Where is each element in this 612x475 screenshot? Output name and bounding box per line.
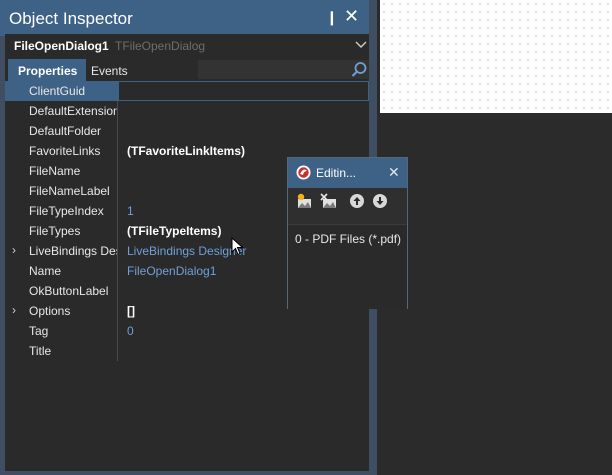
property-value[interactable]: FileOpenDialog1 <box>127 264 216 278</box>
property-row[interactable]: Title <box>5 341 369 361</box>
tab-events[interactable]: Events <box>91 64 128 78</box>
search-icon[interactable] <box>350 61 368 79</box>
move-up-icon[interactable] <box>349 193 365 209</box>
property-name: Options <box>29 304 71 318</box>
delphi-app-icon <box>296 165 311 180</box>
chevron-right-icon[interactable]: › <box>12 303 16 317</box>
property-name: Tag <box>29 324 49 338</box>
property-value[interactable]: 1 <box>127 204 134 218</box>
property-row[interactable]: Tag 0 <box>5 321 369 341</box>
property-name: FileNameLabel <box>29 184 110 198</box>
object-name: FileOpenDialog1 <box>14 39 109 53</box>
pin-icon[interactable]: ❙ <box>326 9 338 26</box>
property-name: ClientGuid <box>29 84 86 98</box>
move-down-icon[interactable] <box>372 193 388 209</box>
delete-item-icon[interactable] <box>320 193 338 209</box>
form-design-surface[interactable] <box>380 0 612 113</box>
property-name: LiveBindings Designer <box>29 244 117 258</box>
property-value[interactable]: (TFavoriteLinkItems) <box>127 144 245 158</box>
close-icon[interactable]: ✕ <box>344 6 359 27</box>
property-name: Name <box>29 264 62 278</box>
collection-editor-dialog: Editin... ✕ 0 - PDF Files (*.pdf) <box>287 157 408 309</box>
property-row[interactable]: DefaultExtension <box>5 101 369 121</box>
property-name: DefaultFolder <box>29 124 102 138</box>
mouse-cursor <box>231 237 244 256</box>
object-selector-combo[interactable]: FileOpenDialog1 TFileOpenDialog <box>5 34 369 58</box>
collection-item-list[interactable]: 0 - PDF Files (*.pdf) <box>288 224 407 309</box>
property-value-editor[interactable] <box>118 81 369 101</box>
property-name: FileTypes <box>29 224 81 238</box>
property-row-clientguid[interactable]: ClientGuid <box>5 81 369 101</box>
close-icon[interactable]: ✕ <box>388 164 400 181</box>
tab-properties-label: Properties <box>18 64 78 78</box>
add-item-icon[interactable] <box>296 193 314 209</box>
chevron-down-icon[interactable] <box>354 37 368 51</box>
property-value[interactable]: 0 <box>127 324 134 338</box>
list-item[interactable]: 0 - PDF Files (*.pdf) <box>295 232 401 246</box>
property-name: OkButtonLabel <box>29 284 109 298</box>
dialog-toolbar <box>288 188 407 224</box>
property-name: FileTypeIndex <box>29 204 104 218</box>
property-name: FileName <box>29 164 81 178</box>
tab-properties[interactable]: Properties <box>8 59 86 81</box>
search-input[interactable] <box>198 60 369 79</box>
object-class: TFileOpenDialog <box>115 39 206 53</box>
property-value[interactable]: (TFileTypeItems) <box>127 224 221 238</box>
chevron-right-icon[interactable]: › <box>12 243 16 257</box>
property-name: FavoriteLinks <box>29 144 101 158</box>
property-name: Title <box>29 344 52 358</box>
inspector-title: Object Inspector <box>9 9 133 28</box>
property-value[interactable]: [] <box>127 304 135 318</box>
property-value-link[interactable]: LiveBindings Designer <box>127 244 246 258</box>
inspector-title-bar[interactable]: Object Inspector ❙ ✕ <box>0 0 369 36</box>
dialog-title: Editin... <box>316 166 357 180</box>
property-name: DefaultExtension <box>29 104 117 118</box>
inspector-tabs: Properties Events <box>5 58 369 81</box>
property-row[interactable]: DefaultFolder <box>5 121 369 141</box>
dialog-title-bar[interactable]: Editin... ✕ <box>288 158 407 188</box>
